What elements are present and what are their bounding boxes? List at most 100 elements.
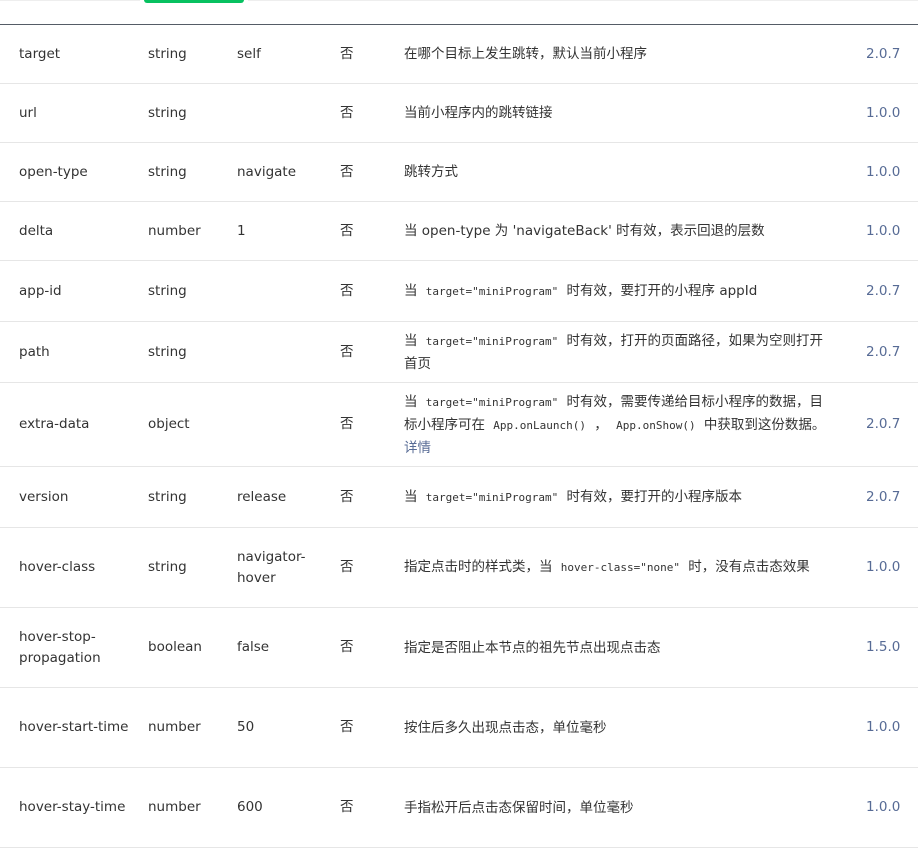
attr-version: 1.0.0: [866, 768, 914, 847]
attr-default-text: navigate: [237, 163, 297, 180]
inline-code: target="miniProgram": [425, 490, 559, 504]
attr-default: 50: [237, 688, 317, 767]
active-tab-indicator: [144, 0, 244, 3]
attr-type: number: [148, 768, 228, 847]
inline-code: App.onLaunch(): [493, 418, 587, 432]
description-text: 按住后多久出现点击态，单位毫秒: [404, 719, 607, 736]
attr-version: 1.0.0: [866, 84, 914, 142]
attr-name: hover-stay-time: [19, 768, 129, 847]
attr-required: 否: [340, 688, 370, 767]
inline-code: App.onShow(): [616, 418, 696, 432]
attr-name-text: open-type: [19, 163, 88, 180]
attr-version: 1.0.0: [866, 528, 914, 607]
attr-type-text: string: [148, 488, 187, 505]
attr-required: 否: [340, 383, 370, 466]
attr-required-text: 否: [340, 104, 354, 121]
attr-description: 当 target="miniProgram" 时有效，打开的页面路径，如果为空则…: [404, 322, 836, 382]
attr-type: number: [148, 202, 228, 260]
attr-default: false: [237, 608, 317, 687]
attr-version: 2.0.7: [866, 383, 914, 466]
attr-description: 手指松开后点击态保留时间，单位毫秒: [404, 768, 836, 847]
attr-name-text: target: [19, 45, 61, 62]
attr-required-text: 否: [340, 799, 354, 815]
description-text: 当 open-type 为 'navigateBack' 时有效，表示回退的层数: [404, 223, 765, 239]
attr-type-text: string: [148, 559, 187, 575]
inline-code: target="miniProgram": [425, 284, 559, 298]
attr-type-text: string: [148, 343, 187, 360]
description-text: 跳转方式: [404, 164, 458, 180]
attr-name: extra-data: [19, 383, 129, 466]
attr-name-text: hover-start-time: [19, 719, 129, 735]
table-row: delta number 1 否 当 open-type 为 'navigateBack…: [0, 202, 918, 261]
attr-version-text: 2.0.7: [866, 282, 901, 299]
attr-default-text: 600: [237, 799, 263, 815]
description-text: 当: [404, 332, 422, 349]
attr-name-text: app-id: [19, 282, 62, 299]
table-row: extra-data object 否 当 target="miniProgram" …: [0, 383, 918, 467]
attr-type-text: string: [148, 282, 187, 299]
attr-version: 1.5.0: [866, 608, 914, 687]
description-text: 当: [404, 282, 422, 299]
description-text: 在哪个目标上发生跳转，默认当前小程序: [404, 46, 647, 62]
attr-type: string: [148, 84, 228, 142]
attr-version-text: 2.0.7: [866, 488, 901, 505]
attr-name-text: hover-class: [19, 559, 96, 575]
attr-type: string: [148, 467, 228, 527]
attr-type-text: number: [148, 719, 201, 735]
attr-version: 2.0.7: [866, 322, 914, 382]
attr-type-text: number: [148, 799, 201, 815]
table-row: url string 否 当前小程序内的跳转链接 1.0.0: [0, 84, 918, 143]
attr-type: string: [148, 25, 228, 83]
attr-version-text: 1.0.0: [866, 799, 901, 815]
attr-default: 600: [237, 768, 317, 847]
attr-required: 否: [340, 608, 370, 687]
attr-version-text: 1.0.0: [866, 559, 901, 575]
attr-default-text: 50: [237, 719, 255, 735]
attr-name: open-type: [19, 143, 129, 201]
table-row: hover-stay-time number 600 否 手指松开后点击态保留时间，单位…: [0, 768, 918, 848]
attr-default: [237, 383, 317, 466]
attr-required: 否: [340, 143, 370, 201]
table-row: version string release 否 当 target="miniProgr…: [0, 467, 918, 528]
description-text: 中获取到这份数据。: [699, 416, 826, 433]
attr-name-text: version: [19, 488, 69, 505]
attr-type-text: string: [148, 163, 187, 180]
attr-default: [237, 84, 317, 142]
table-row: hover-stop-propagation boolean false 否 指定是否阻…: [0, 608, 918, 688]
attr-type: number: [148, 688, 228, 767]
attr-required: 否: [340, 467, 370, 527]
inline-code: target="miniProgram": [425, 334, 559, 348]
header-divider-left: [0, 0, 140, 1]
attr-required: 否: [340, 202, 370, 260]
details-link[interactable]: 详情: [404, 440, 431, 456]
attr-version: 1.0.0: [866, 688, 914, 767]
attr-default-text: false: [237, 639, 270, 655]
attr-default: self: [237, 25, 317, 83]
description-text: 当: [404, 393, 422, 410]
attr-type: object: [148, 383, 228, 466]
attr-name-text: hover-stop-propagation: [19, 628, 101, 666]
attr-version-text: 1.0.0: [866, 163, 901, 180]
description-text: 当前小程序内的跳转链接: [404, 105, 553, 121]
attr-description: 跳转方式: [404, 143, 836, 201]
description-text: ，: [590, 416, 613, 433]
attr-description: 当 open-type 为 'navigateBack' 时有效，表示回退的层数: [404, 202, 836, 260]
attr-default: release: [237, 467, 317, 527]
attr-default: navigate: [237, 143, 317, 201]
attr-name: url: [19, 84, 129, 142]
attr-description: 当前小程序内的跳转链接: [404, 84, 836, 142]
description-text: 时有效，要打开的小程序 appId: [562, 282, 758, 299]
attr-description: 当 target="miniProgram" 时有效，要打开的小程序 appId: [404, 261, 836, 321]
attr-required-text: 否: [340, 282, 354, 299]
attr-type: string: [148, 322, 228, 382]
attr-required-text: 否: [340, 719, 354, 735]
table-row: app-id string 否 当 target="miniProgram" 时有效，…: [0, 261, 918, 322]
attr-version: 1.0.0: [866, 143, 914, 201]
attr-description: 按住后多久出现点击态，单位毫秒: [404, 688, 836, 767]
attr-version-text: 1.0.0: [866, 719, 901, 735]
attr-required: 否: [340, 322, 370, 382]
attr-name: target: [19, 25, 129, 83]
attr-name-text: url: [19, 104, 37, 121]
description-text: 时有效，要打开的小程序版本: [562, 488, 743, 505]
attr-name-text: delta: [19, 222, 54, 239]
